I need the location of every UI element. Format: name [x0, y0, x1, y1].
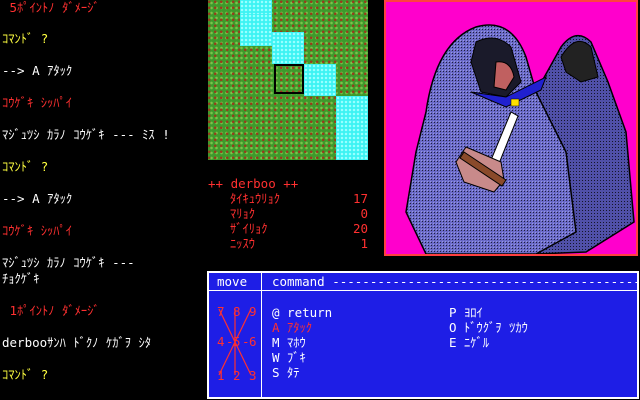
- log-line: 5ﾎﾟｲﾝﾄﾉ ﾀﾞﾒｰｼﾞ: [2, 0, 100, 15]
- move-key-2[interactable]: 2: [233, 368, 241, 383]
- command-magic[interactable]: M ﾏﾎｳ: [272, 335, 306, 350]
- command-use-item[interactable]: O ﾄﾞｳｸﾞｦ ﾂｶｳ: [449, 320, 528, 335]
- player-position-marker: [274, 64, 304, 94]
- column-divider: [261, 273, 262, 397]
- command-weapon[interactable]: W ﾌﾞｷ: [272, 350, 306, 365]
- command-return[interactable]: @ return: [272, 305, 332, 320]
- water-tile: [240, 14, 272, 46]
- move-key-9[interactable]: 9: [249, 304, 257, 319]
- move-key-4[interactable]: 4: [217, 334, 225, 349]
- log-line: ｺﾏﾝﾄﾞ ?: [2, 31, 49, 46]
- move-key-6[interactable]: 6: [249, 334, 257, 349]
- command-panel: move command ---------------------------…: [207, 271, 640, 399]
- log-line: ｺｳｹﾞｷ ｼｯﾊﾟｲ: [2, 223, 73, 238]
- stat-label: ﾆｯｽｳ: [230, 236, 256, 251]
- hooded-figures-illustration: [405, 24, 635, 254]
- character-status: ++ derboo ++ ﾀｲｷｭｳﾘｮｸ 17 ﾏﾘｮｸ 0 ｻﾞｲﾘｮｸ 2…: [208, 175, 378, 265]
- log-line: ﾏｼﾞｭﾂｼ ｶﾗﾉ ｺｳｹﾞｷ --- ﾐｽ !: [2, 127, 170, 142]
- move-key-3[interactable]: 3: [249, 368, 257, 383]
- move-key-1[interactable]: 1: [217, 368, 225, 383]
- stat-value: 17: [352, 191, 368, 206]
- message-log: 5ﾎﾟｲﾝﾄﾉ ﾀﾞﾒｰｼﾞ ｺﾏﾝﾄﾞ ? --> A ｱﾀｯｸ ｺｳｹﾞｷ …: [0, 0, 206, 400]
- move-key-8[interactable]: 8: [233, 304, 241, 319]
- move-key-7[interactable]: 7: [217, 304, 225, 319]
- command-header: command --------------------------------…: [272, 274, 640, 289]
- enemy-portrait: [384, 0, 638, 256]
- log-line: --> A ｱﾀｯｸ: [2, 191, 73, 206]
- header-divider: [209, 290, 637, 291]
- move-key-5[interactable]: 5: [233, 334, 241, 349]
- log-line: 1ﾎﾟｲﾝﾄﾉ ﾀﾞﾒｰｼﾞ: [2, 303, 100, 318]
- log-line: --> A ｱﾀｯｸ: [2, 63, 73, 78]
- log-line: ﾁｮｸｹﾞｷ: [2, 271, 40, 286]
- log-line: ﾏｼﾞｭﾂｼ ｶﾗﾉ ｺｳｹﾞｷ ---: [2, 255, 135, 270]
- water-tile: [272, 32, 304, 64]
- command-attack[interactable]: A ｱﾀｯｸ: [272, 320, 312, 335]
- water-tile: [336, 96, 368, 128]
- log-line: ｺﾏﾝﾄﾞ ?: [2, 159, 49, 174]
- stat-value: 1: [360, 236, 368, 251]
- command-shield[interactable]: S ﾀﾃ: [272, 365, 300, 380]
- dungeon-map: [208, 0, 368, 160]
- water-tile: [336, 128, 368, 160]
- move-header: move: [217, 274, 248, 289]
- stat-label: ﾀｲｷｭｳﾘｮｸ: [230, 191, 281, 206]
- stat-label: ｻﾞｲﾘｮｸ: [230, 221, 268, 236]
- water-tile: [304, 64, 336, 96]
- command-escape[interactable]: E ﾆｹﾞﾙ: [449, 335, 489, 350]
- log-line: derbooｻﾝﾊ ﾄﾞｸﾉ ｹｶﾞｦ ｼﾀ: [2, 335, 151, 350]
- stat-value: 20: [352, 221, 368, 236]
- command-armor[interactable]: P ﾖﾛｲ: [449, 305, 483, 320]
- stat-value: 0: [360, 206, 368, 221]
- log-line: ｺﾏﾝﾄﾞ ?: [2, 367, 49, 382]
- character-name: ++ derboo ++: [208, 176, 299, 191]
- stat-label: ﾏﾘｮｸ: [230, 206, 256, 221]
- log-line: ｺｳｹﾞｷ ｼｯﾊﾟｲ: [2, 95, 73, 110]
